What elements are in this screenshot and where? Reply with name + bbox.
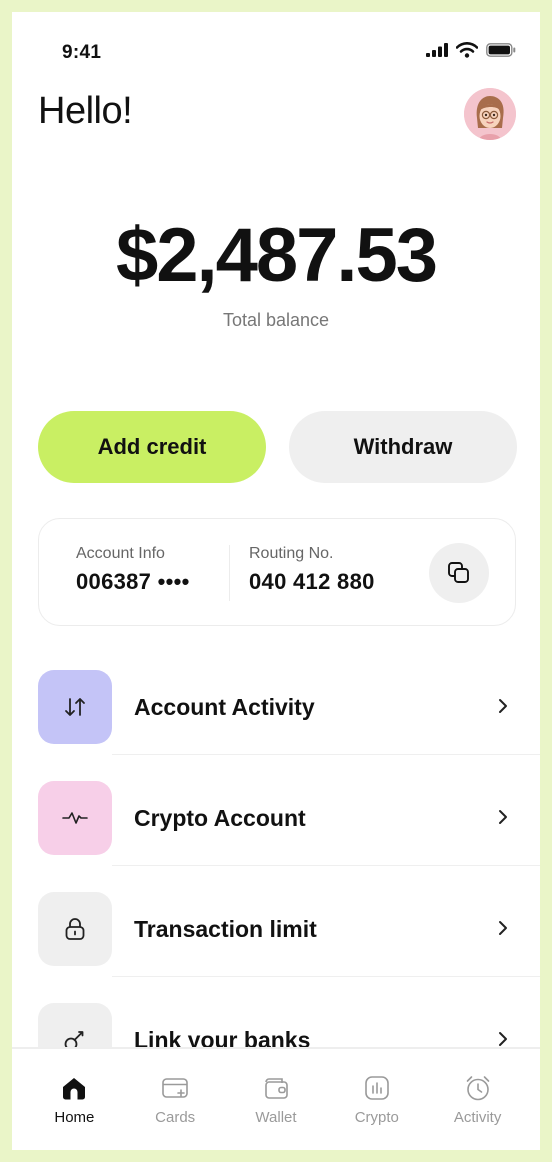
tab-home[interactable]: Home [29, 1049, 119, 1150]
chart-icon [364, 1076, 389, 1100]
account-card: Account Info 006387 •••• Routing No. 040… [38, 518, 516, 626]
balance-label: Total balance [222, 310, 330, 330]
tab-label: Home [54, 1109, 95, 1126]
chevron-right-icon [499, 1032, 507, 1046]
account-divider [229, 545, 230, 601]
card-icon [162, 1078, 188, 1098]
lock-icon [65, 918, 85, 940]
menu-list: Account Activity Crypto Account Transact… [12, 660, 540, 1104]
status-time: 9:41 [62, 42, 102, 63]
copy-button[interactable] [429, 543, 489, 603]
balance-amount: $2,487.53 [115, 213, 438, 298]
menu-icon-tile [38, 892, 112, 966]
withdraw-button[interactable]: Withdraw [289, 411, 517, 483]
menu-icon-tile [38, 781, 112, 855]
tab-wallet[interactable]: Wallet [231, 1049, 321, 1150]
menu-item-transaction-limit[interactable]: Transaction limit [12, 882, 540, 993]
account-info-label: Account Info [76, 545, 165, 562]
menu-divider [112, 754, 540, 755]
menu-label: Account Activity [134, 694, 315, 720]
menu-divider [112, 865, 540, 866]
chevron-right-icon [499, 699, 507, 713]
signal-icon [426, 43, 448, 57]
wallet-icon [265, 1078, 288, 1099]
account-info: Account Info 006387 •••• [76, 545, 190, 595]
routing-info: Routing No. 040 412 880 [249, 545, 375, 595]
menu-icon-tile [38, 670, 112, 744]
tab-label: Activity [453, 1109, 502, 1126]
pulse-icon [62, 812, 88, 824]
chevron-right-icon [499, 921, 507, 935]
tab-bar: Home Cards Wallet Crypto Activity [12, 1047, 540, 1150]
tab-label: Wallet [255, 1109, 297, 1126]
avatar-face-icon [464, 88, 516, 140]
routing-label: Routing No. [249, 545, 334, 562]
menu-label: Transaction limit [134, 916, 317, 942]
menu-item-crypto-account[interactable]: Crypto Account [12, 771, 540, 882]
arrows-up-down-icon [65, 698, 85, 716]
chevron-right-icon [499, 810, 507, 824]
home-icon [63, 1078, 86, 1100]
tab-crypto[interactable]: Crypto [332, 1049, 422, 1150]
tab-activity[interactable]: Activity [433, 1049, 523, 1150]
routing-value: 040 412 880 [249, 569, 375, 594]
account-info-value: 006387 •••• [76, 569, 190, 594]
menu-item-account-activity[interactable]: Account Activity [12, 660, 540, 771]
tab-cards[interactable]: Cards [130, 1049, 220, 1150]
menu-divider [112, 976, 540, 977]
add-credit-button[interactable]: Add credit [38, 411, 266, 483]
menu-label: Crypto Account [134, 805, 306, 831]
phone-screen: 9:41 Hello! $2,487.53 Total balance Add … [12, 12, 540, 1150]
wifi-icon [456, 42, 478, 58]
greeting-title: Hello! [38, 90, 133, 132]
battery-icon [486, 43, 516, 57]
copy-icon [448, 562, 469, 583]
status-icons [426, 42, 516, 58]
tab-label: Cards [155, 1109, 196, 1126]
avatar[interactable] [464, 88, 516, 140]
tab-label: Crypto [354, 1109, 399, 1126]
alarm-icon [466, 1076, 489, 1101]
